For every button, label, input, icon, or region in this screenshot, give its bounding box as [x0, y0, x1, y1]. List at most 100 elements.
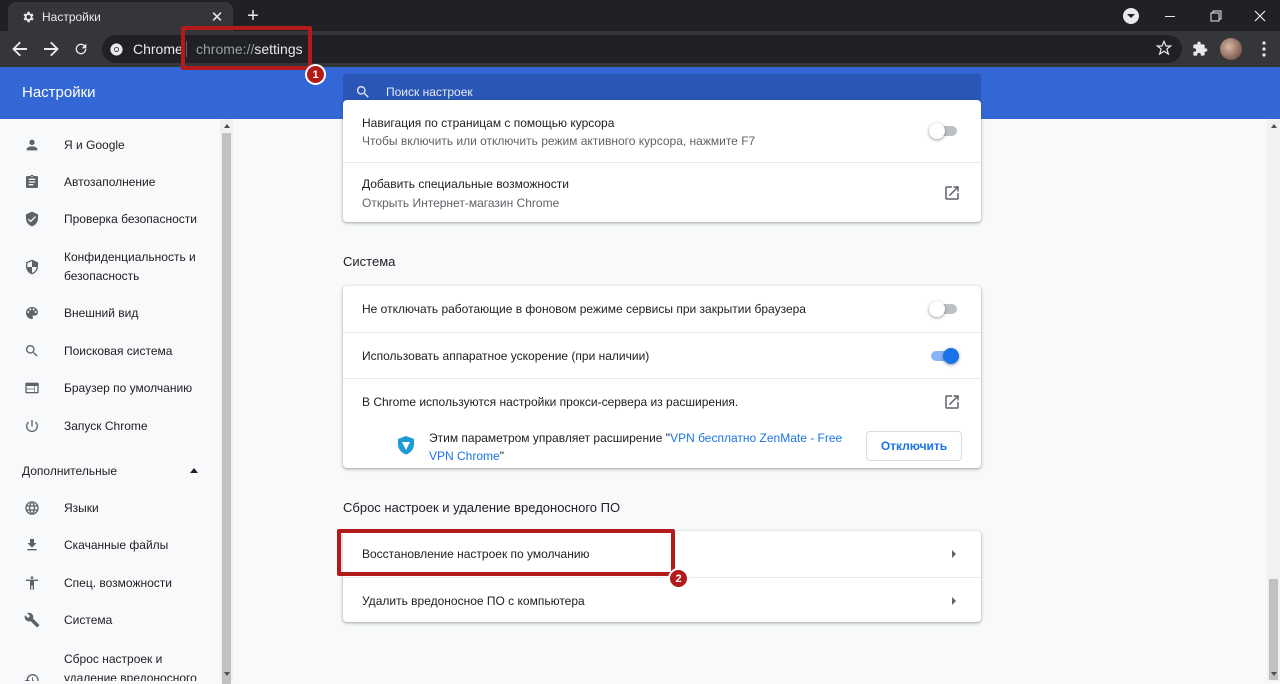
open-in-new-icon[interactable] [943, 393, 961, 411]
sidebar-item-label: Поисковая система [64, 343, 173, 358]
sidebar-scrollbar-thumb[interactable] [222, 133, 231, 684]
forward-button[interactable] [37, 35, 65, 63]
caret-browsing-title: Навигация по страницам с помощью курсора [362, 116, 615, 130]
bookmark-star-icon[interactable] [1155, 39, 1173, 61]
annotation-highlight-url [181, 26, 312, 70]
site-chip[interactable]: Chrome [110, 41, 183, 57]
accessibility-card: Навигация по страницам с помощью курсора… [343, 100, 981, 222]
browser-icon [22, 378, 42, 398]
restore-icon [1210, 10, 1222, 21]
sidebar-item-safety-check[interactable]: Проверка безопасности [0, 209, 220, 229]
sidebar-item-default-browser[interactable]: Браузер по умолчанию [0, 378, 220, 398]
sidebar-item-reset[interactable]: Сброс настроек и удаление вредоносного П… [0, 648, 220, 681]
restore-button[interactable] [1196, 0, 1236, 31]
shield-icon [22, 257, 42, 277]
add-accessibility-row[interactable]: Добавить специальные возможности Открыть… [343, 162, 981, 222]
puzzle-icon [1193, 41, 1208, 56]
proxy-label: В Chrome используются настройки прокси-с… [362, 395, 739, 409]
background-apps-toggle[interactable] [929, 301, 959, 317]
extensions-button[interactable] [1188, 37, 1212, 61]
caret-browsing-toggle[interactable] [929, 123, 959, 139]
zenmate-shield-icon [398, 436, 414, 455]
reload-button[interactable] [67, 35, 95, 63]
sidebar-item-autofill[interactable]: Автозаполнение [0, 172, 220, 192]
power-icon [22, 416, 42, 436]
menu-button[interactable] [1252, 37, 1276, 61]
minimize-icon [1165, 15, 1175, 17]
profile-avatar[interactable] [1220, 38, 1242, 60]
open-in-new-icon[interactable] [943, 184, 961, 202]
sidebar-item-system[interactable]: Система [0, 610, 220, 630]
globe-icon [22, 498, 42, 518]
hardware-accel-label: Использовать аппаратное ускорение (при н… [362, 349, 650, 363]
download-icon [22, 535, 42, 555]
close-window-button[interactable] [1240, 0, 1280, 31]
scroll-up-arrow[interactable] [224, 124, 230, 128]
sidebar-item-on-startup[interactable]: Запуск Chrome [0, 416, 220, 436]
sidebar-item-label: Сброс настроек и удаление вредоносного П… [64, 652, 197, 681]
sidebar-item-label: Система [64, 612, 113, 627]
hardware-accel-toggle[interactable] [929, 348, 959, 364]
sidebar-item-label: Конфиденциальность и безопасность [64, 250, 196, 283]
reset-heading: Сброс настроек и удаление вредоносного П… [343, 500, 621, 515]
sidebar-item-you-and-google[interactable]: Я и Google [0, 135, 220, 155]
annotation-highlight-restore [337, 529, 675, 576]
search-icon [22, 341, 42, 361]
add-accessibility-title: Добавить специальные возможности [362, 177, 569, 191]
person-icon [22, 135, 42, 155]
disable-extension-button[interactable]: Отключить [866, 431, 962, 461]
main-scrollbar[interactable] [1267, 119, 1280, 681]
sidebar-item-accessibility[interactable]: Спец. возможности [0, 573, 220, 593]
more-vert-icon [1262, 41, 1266, 57]
chevron-down-icon [1123, 7, 1139, 24]
scroll-down-arrow[interactable] [1271, 672, 1277, 676]
sidebar-item-label: Скачанные файлы [64, 537, 169, 552]
sidebar-item-label: Браузер по умолчанию [64, 380, 193, 395]
gear-icon [20, 9, 36, 25]
sidebar-advanced-label[interactable]: Дополнительные [22, 464, 117, 478]
sidebar-scrollbar[interactable] [220, 119, 233, 684]
chevron-up-icon[interactable] [190, 468, 198, 473]
wrench-icon [22, 610, 42, 630]
system-card: Не отключать работающие в фоновом режиме… [343, 286, 981, 468]
sidebar-item-downloads[interactable]: Скачанные файлы [0, 535, 220, 555]
cleanup-row[interactable]: Удалить вредоносное ПО с компьютера [343, 577, 981, 622]
extension-control-text: Этим параметром управляет расширение "VP… [429, 429, 859, 465]
sidebar-item-languages[interactable]: Языки [0, 498, 220, 518]
extension-suffix: " [499, 449, 504, 463]
caret-browsing-row[interactable]: Навигация по страницам с помощью курсора… [343, 100, 981, 162]
hardware-accel-row[interactable]: Использовать аппаратное ускорение (при н… [343, 332, 981, 378]
profile-menu-button[interactable] [1111, 0, 1151, 31]
new-tab-button[interactable]: + [241, 5, 265, 27]
main-scrollbar-thumb[interactable] [1269, 579, 1278, 680]
sidebar-item-search-engine[interactable]: Поисковая система [0, 341, 220, 361]
tab-title: Настройки [42, 9, 101, 24]
sidebar-item-label: Внешний вид [64, 305, 139, 320]
background-apps-row[interactable]: Не отключать работающие в фоновом режиме… [343, 286, 981, 332]
arrow-left-icon [12, 41, 27, 57]
chrome-logo-icon [110, 42, 123, 56]
extension-prefix: Этим параметром управляет расширение " [429, 431, 671, 445]
sidebar-item-label: Языки [64, 500, 99, 515]
cleanup-label: Удалить вредоносное ПО с компьютера [362, 594, 585, 608]
page-title: Настройки [22, 84, 96, 101]
search-placeholder: Поиск настроек [386, 85, 473, 99]
chip-label: Chrome [133, 41, 183, 57]
back-button[interactable] [6, 35, 34, 63]
annotation-badge-2: 2 [668, 568, 689, 589]
palette-icon [22, 303, 42, 323]
sidebar-item-privacy[interactable]: Конфиденциальность и безопасность [0, 247, 220, 287]
history-icon [22, 670, 42, 681]
close-tab-icon[interactable]: ✕ [207, 7, 227, 27]
scroll-up-arrow[interactable] [1271, 124, 1277, 128]
caret-browsing-sub: Чтобы включить или отключить режим актив… [362, 134, 756, 148]
clipboard-icon [22, 172, 42, 192]
sidebar-item-label: Проверка безопасности [64, 211, 197, 226]
sidebar-item-appearance[interactable]: Внешний вид [0, 303, 220, 323]
arrow-right-icon [44, 41, 59, 57]
minimize-button[interactable] [1150, 0, 1190, 31]
close-icon [1254, 10, 1266, 21]
sidebar-item-label: Спец. возможности [64, 575, 172, 590]
scroll-down-arrow[interactable] [224, 672, 230, 676]
proxy-row: В Chrome используются настройки прокси-с… [343, 378, 981, 468]
